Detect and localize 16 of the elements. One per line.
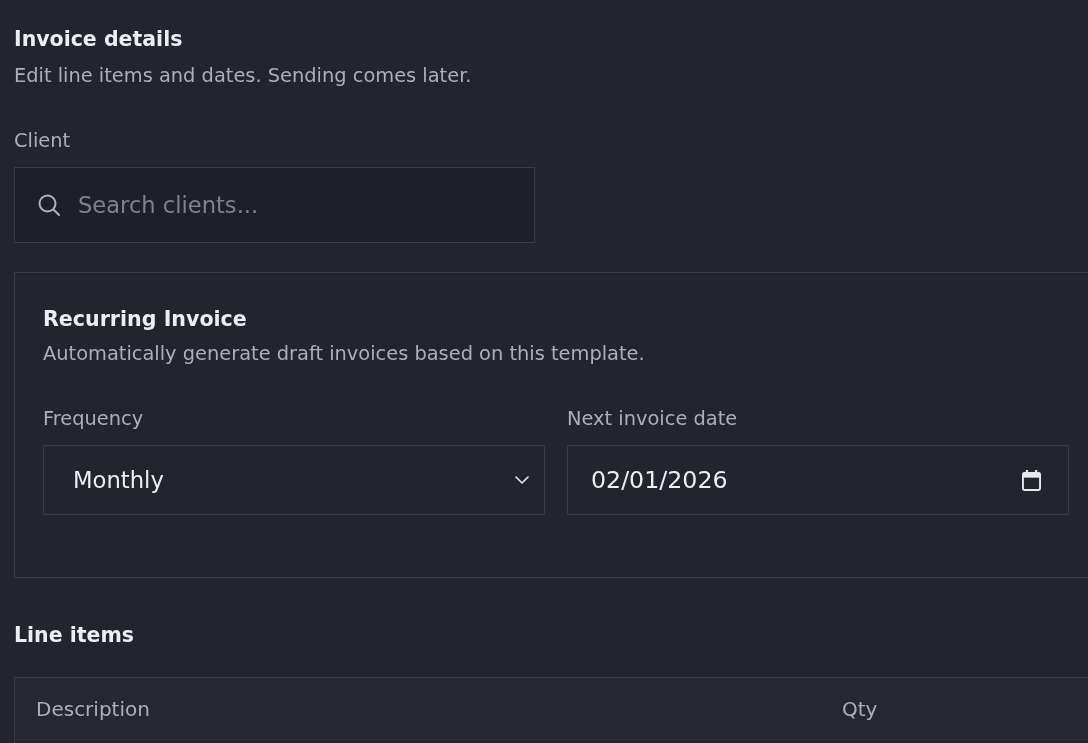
chevron-down-icon [515, 476, 529, 484]
column-header: Description [36, 696, 150, 721]
search-field[interactable]: Search clients... [14, 167, 535, 243]
frequency-select[interactable]: Monthly [43, 445, 545, 515]
search-icon [37, 193, 61, 217]
section-subtitle: Edit line items and dates. Sending comes later. [14, 64, 472, 88]
column-header: Qty [842, 696, 878, 721]
date-field[interactable]: 02/01/2026 [567, 445, 1069, 515]
section-title: Invoice details [14, 26, 183, 52]
field-label: Frequency [43, 407, 144, 431]
section-title: Line items [14, 622, 135, 648]
field-label: Next invoice date [567, 407, 738, 431]
card-title: Recurring Invoice [43, 306, 247, 332]
calendar-icon[interactable] [1022, 469, 1041, 491]
card-description: Automatically generate draft invoices based on this template. [43, 342, 645, 366]
field-label: Client [14, 129, 71, 153]
